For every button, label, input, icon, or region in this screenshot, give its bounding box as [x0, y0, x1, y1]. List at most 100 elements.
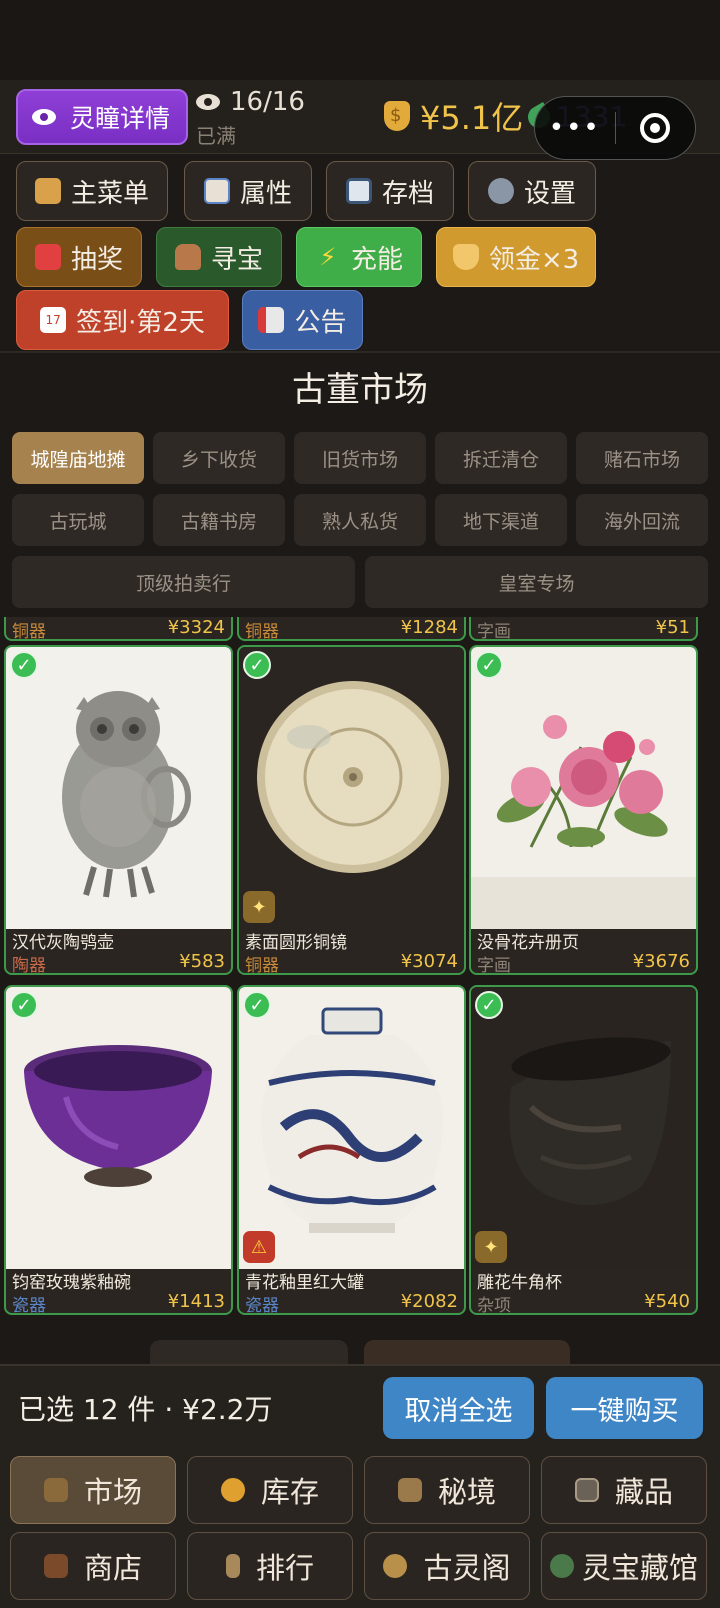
money-value: ¥5.1亿 [420, 99, 524, 137]
item-image [471, 647, 696, 929]
dice-icon [34, 244, 61, 270]
money-display: ¥5.1亿 [384, 94, 523, 138]
checkmark-icon[interactable]: ✓ [475, 651, 503, 679]
lottery-button[interactable]: 抽奖 [16, 227, 142, 287]
tab-underground[interactable]: 地下渠道 [435, 494, 567, 546]
item-card[interactable]: ✓ ⚠ 青花釉里红大罐 瓷器 ¥2082 [237, 985, 466, 1315]
more-icon[interactable]: ••• [535, 113, 615, 143]
announcement-button[interactable]: 公告 [242, 290, 363, 350]
tab-demolition-clearance[interactable]: 拆迁清仓 [435, 432, 567, 484]
nav-collection[interactable]: 藏品 [541, 1456, 707, 1524]
nav-ancient-spirit-pavilion[interactable]: 古灵阁 [364, 1532, 530, 1600]
treasure-glow-icon [220, 1478, 245, 1502]
nav-label: 古灵阁 [423, 1551, 511, 1585]
item-price: ¥1284 [400, 617, 458, 638]
checkmark-icon[interactable]: ✓ [243, 651, 271, 679]
market-title: 古董市场 [292, 370, 428, 410]
item-name: 钧窑玫瑰紫釉碗 [12, 1273, 131, 1293]
nav-shop[interactable]: 商店 [10, 1532, 176, 1600]
deselect-all-button[interactable]: 取消全选 [383, 1377, 534, 1439]
collection-icon [574, 1478, 599, 1502]
item-name: 素面圆形铜镜 [245, 933, 347, 953]
nav-market[interactable]: 市场 [10, 1456, 176, 1524]
item-card[interactable]: ✓ ✦ 雕花牛角杯 杂项 ¥540 [469, 985, 698, 1315]
view-count-value: 16/16 [230, 87, 305, 117]
shop-chest-icon [43, 1554, 68, 1578]
checkmark-icon[interactable]: ✓ [10, 991, 38, 1019]
nav-label: 商店 [83, 1551, 142, 1585]
house-icon [34, 178, 61, 204]
nav-label: 灵宝藏馆 [581, 1551, 698, 1585]
selection-summary: 已选 12 件 · ¥2.2万 [18, 1393, 273, 1426]
attributes-button[interactable]: 属性 [184, 161, 312, 221]
view-count: 16/16 [196, 82, 306, 122]
item-category: 瓷器 [12, 1296, 46, 1315]
settings-button[interactable]: 设置 [468, 161, 596, 221]
charge-label: 充能 [350, 244, 403, 275]
list-item[interactable]: 铜器 ¥1284 [237, 617, 466, 642]
collect-gold-button[interactable]: 领金×3 [436, 227, 596, 287]
item-image [6, 647, 231, 929]
sparkle-icon: ✦ [475, 1231, 507, 1263]
item-category: 瓷器 [245, 1296, 279, 1315]
market-stall-icon [43, 1478, 68, 1502]
attributes-label: 属性 [239, 178, 292, 209]
tab-book-house[interactable]: 古籍书房 [153, 494, 285, 546]
tab-antique-city[interactable]: 古玩城 [12, 494, 144, 546]
charge-button[interactable]: ⚡ 充能 [296, 227, 422, 287]
item-card[interactable]: ✓ 没骨花卉册页 字画 ¥3676 [469, 645, 698, 975]
save-button[interactable]: 存档 [326, 161, 454, 221]
list-item[interactable]: 铜器 ¥3324 [4, 617, 233, 642]
pagination-button[interactable] [364, 1340, 570, 1364]
nav-ranking[interactable]: 排行 [187, 1532, 353, 1600]
checkmark-icon[interactable]: ✓ [10, 651, 38, 679]
announcement-label: 公告 [294, 307, 347, 338]
list-item[interactable]: 字画 ¥51 [469, 617, 698, 642]
close-miniprogram-icon[interactable] [616, 113, 696, 143]
pavilion-icon [383, 1554, 408, 1578]
treasure-hunt-label: 寻宝 [210, 244, 263, 275]
museum-orb-icon [549, 1554, 574, 1578]
tab-overseas-return[interactable]: 海外回流 [576, 494, 708, 546]
lightning-icon: ⚡ [319, 243, 337, 271]
checkin-button[interactable]: 17 签到·第2天 [16, 290, 229, 350]
nav-inventory[interactable]: 库存 [187, 1456, 353, 1524]
item-category: 铜器 [12, 622, 46, 642]
item-price: ¥51 [655, 617, 690, 638]
miniprogram-capsule: ••• [534, 96, 696, 160]
tab-royal-session[interactable]: 皇室专场 [365, 556, 708, 608]
tab-countryside[interactable]: 乡下收货 [153, 432, 285, 484]
nav-label: 藏品 [614, 1475, 673, 1509]
item-category: 字画 [477, 622, 511, 642]
item-price: ¥1413 [167, 1291, 225, 1312]
megaphone-icon [258, 307, 285, 333]
checkmark-icon[interactable]: ✓ [243, 991, 271, 1019]
tab-private-goods[interactable]: 熟人私货 [294, 494, 426, 546]
main-menu-button[interactable]: 主菜单 [16, 161, 168, 221]
lingtong-detail-button[interactable]: 灵瞳详情 [16, 89, 188, 145]
item-category: 铜器 [245, 622, 279, 642]
buy-all-button[interactable]: 一键购买 [546, 1377, 703, 1439]
checkmark-icon[interactable]: ✓ [475, 991, 503, 1019]
nav-label: 库存 [260, 1475, 319, 1509]
pagination-button[interactable] [150, 1340, 348, 1364]
item-image [471, 987, 696, 1269]
main-menu-label: 主菜单 [70, 178, 149, 209]
eye-icon [196, 94, 220, 110]
eye-icon [32, 109, 56, 125]
item-category: 铜器 [245, 956, 279, 975]
tab-chenghuang-stall[interactable]: 城隍庙地摊 [12, 432, 144, 484]
vase-icon [174, 244, 201, 270]
tab-stone-gambling[interactable]: 赌石市场 [576, 432, 708, 484]
item-price: ¥540 [644, 1291, 690, 1312]
treasure-hunt-button[interactable]: 寻宝 [156, 227, 282, 287]
item-name: 没骨花卉册页 [477, 933, 579, 953]
tab-flea-market[interactable]: 旧货市场 [294, 432, 426, 484]
view-status: 已满 [196, 124, 236, 148]
item-card[interactable]: ✓ ✦ 素面圆形铜镜 铜器 ¥3074 [237, 645, 466, 975]
item-card[interactable]: ✓ 汉代灰陶鸮壶 陶器 ¥583 [4, 645, 233, 975]
nav-secret-realm[interactable]: 秘境 [364, 1456, 530, 1524]
nav-treasure-museum[interactable]: 灵宝藏馆 [541, 1532, 707, 1600]
tab-top-auction[interactable]: 顶级拍卖行 [12, 556, 355, 608]
item-card[interactable]: ✓ 钧窑玫瑰紫釉碗 瓷器 ¥1413 [4, 985, 233, 1315]
